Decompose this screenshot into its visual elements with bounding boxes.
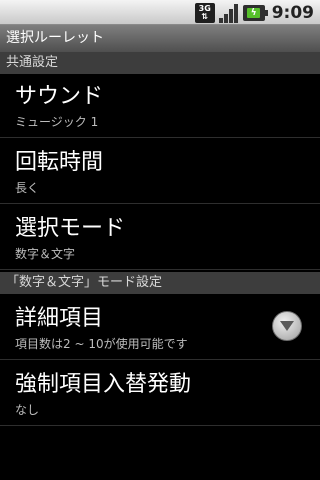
app-title: 選択ルーレット xyxy=(6,30,104,46)
pref-item-rotation-time[interactable]: 回転時間 長く xyxy=(0,140,320,204)
pref-item-sound[interactable]: サウンド ミュージック 1 xyxy=(0,74,320,138)
pref-summary: 長く xyxy=(15,181,40,195)
section-header-label: 共通設定 xyxy=(6,55,59,70)
pref-summary: ミュージック 1 xyxy=(15,115,99,129)
pref-title: 選択モード xyxy=(15,216,126,241)
data-arrows-icon: ⇅ xyxy=(201,11,209,21)
pref-summary: 項目数は2 ~ 10が使用可能です xyxy=(15,337,188,351)
app-title-bar: 選択ルーレット xyxy=(0,25,320,52)
3g-icon: 3G ⇅ xyxy=(194,2,215,23)
dropdown-icon[interactable] xyxy=(272,311,302,341)
pref-title: 詳細項目 xyxy=(15,306,104,331)
pref-item-force-swap[interactable]: 強制項目入替発動 なし xyxy=(0,362,320,426)
status-bar: 3G ⇅ ϟ 9:09 xyxy=(0,0,320,25)
section-header-common: 共通設定 xyxy=(0,52,320,74)
pref-summary: なし xyxy=(15,403,40,417)
chevron-down-icon xyxy=(280,321,294,331)
section-header-mode-settings: 「数字＆文字」モード設定 xyxy=(0,272,320,294)
pref-title: 強制項目入替発動 xyxy=(15,372,192,397)
battery-charging-icon: ϟ xyxy=(242,4,268,21)
section-header-label: 「数字＆文字」モード設定 xyxy=(6,275,163,290)
pref-title: 回転時間 xyxy=(15,150,104,175)
pref-title: サウンド xyxy=(15,84,104,109)
signal-icon xyxy=(218,3,240,23)
pref-item-detail-items[interactable]: 詳細項目 項目数は2 ~ 10が使用可能です xyxy=(0,296,320,360)
pref-summary: 数字＆文字 xyxy=(15,247,76,261)
clock: 9:09 xyxy=(271,2,314,23)
status-icons: 3G ⇅ ϟ 9:09 xyxy=(194,2,314,23)
pref-item-selection-mode[interactable]: 選択モード 数字＆文字 xyxy=(0,206,320,270)
